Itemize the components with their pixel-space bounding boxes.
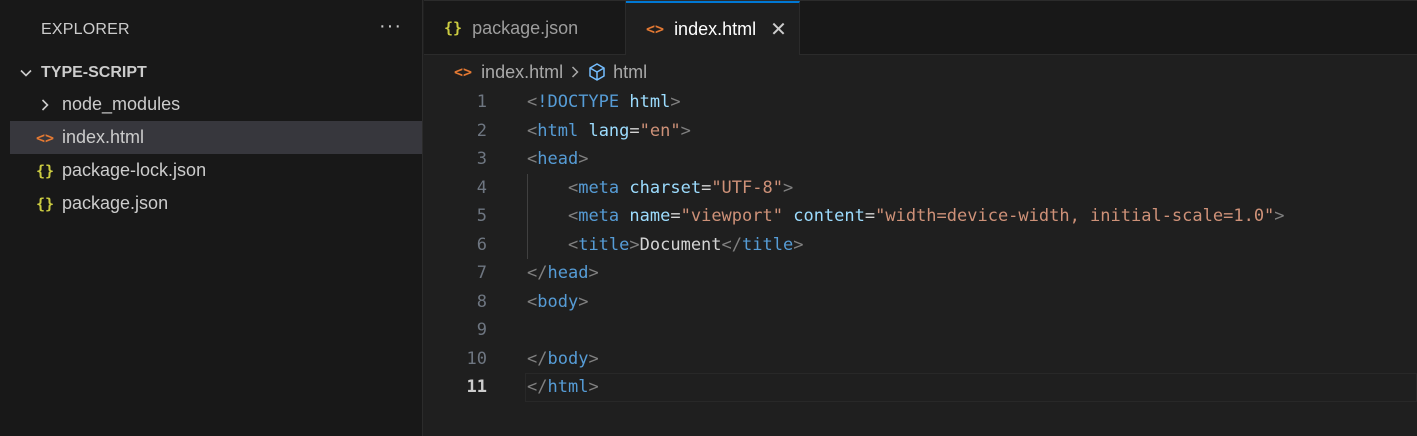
tree-item-package-json[interactable]: {} package.json	[0, 187, 422, 220]
tab-label: package.json	[472, 17, 579, 38]
code-line-current: 11 </html>	[424, 373, 1417, 402]
tab-bar: {} package.json <> index.html ✕	[424, 0, 1417, 55]
tree-item-label: index.html	[62, 127, 145, 147]
line-number: 11	[466, 377, 487, 398]
code-line: 8 <body>	[424, 288, 1417, 317]
symbol-cube-icon	[587, 62, 607, 82]
chevron-down-icon	[18, 65, 34, 81]
tree-item-label: package-lock.json	[62, 160, 207, 180]
chevron-right-icon	[36, 98, 54, 112]
code-line: 7 </head>	[424, 259, 1417, 288]
code-line: 9	[424, 316, 1417, 345]
html-file-icon: <>	[646, 20, 665, 38]
code-line: 3 <head>	[424, 145, 1417, 174]
code-line: 2 <html lang="en">	[424, 117, 1417, 146]
tab-label: index.html	[674, 18, 757, 39]
html-file-icon: <>	[454, 63, 473, 81]
tree-item-label: node_modules	[62, 94, 181, 114]
json-file-icon: {}	[35, 194, 55, 213]
breadcrumb: <> index.html html	[424, 55, 1417, 89]
folder-name: TYPE-SCRIPT	[41, 64, 147, 81]
tree-item-label: package.json	[62, 193, 169, 213]
tree-item-index-html[interactable]: <> index.html	[10, 121, 422, 154]
close-icon[interactable]: ✕	[770, 17, 787, 42]
folder-type-script[interactable]: TYPE-SCRIPT	[0, 58, 422, 88]
line-number: 7	[476, 263, 487, 284]
code-line: 10 </body>	[424, 345, 1417, 374]
line-number: 10	[466, 348, 487, 369]
line-number: 6	[476, 234, 487, 255]
html-file-icon: <>	[35, 128, 55, 147]
code-line: 6 <title>Document</title>	[424, 231, 1417, 260]
code-editor[interactable]: 1 <!DOCTYPE html> 2 <html lang="en"> 3 <…	[424, 88, 1417, 402]
code-line: 1 <!DOCTYPE html>	[424, 88, 1417, 117]
tree-item-node-modules[interactable]: node_modules	[0, 88, 422, 121]
json-file-icon: {}	[444, 19, 463, 37]
line-number: 9	[476, 320, 487, 341]
more-actions-button[interactable]: ···	[379, 16, 402, 44]
code-line: 4 <meta charset="UTF-8">	[424, 174, 1417, 203]
explorer-header: EXPLORER ···	[0, 0, 422, 60]
tree-item-package-lock-json[interactable]: {} package-lock.json	[0, 154, 422, 187]
chevron-right-icon	[569, 65, 581, 79]
explorer-title: EXPLORER	[41, 21, 130, 38]
line-number: 3	[476, 149, 487, 170]
line-number: 8	[476, 291, 487, 312]
editor-area: {} package.json <> index.html ✕ <> index…	[424, 0, 1417, 436]
breadcrumb-file[interactable]: index.html	[481, 62, 563, 83]
json-file-icon: {}	[35, 161, 55, 180]
breadcrumb-symbol[interactable]: html	[613, 62, 647, 83]
line-number: 2	[476, 120, 487, 141]
line-number: 5	[476, 206, 487, 227]
line-number: 1	[476, 92, 487, 113]
explorer-sidebar: EXPLORER ··· TYPE-SCRIPT node_modules <>…	[0, 0, 423, 436]
line-number: 4	[476, 177, 487, 198]
tab-index-html[interactable]: <> index.html ✕	[626, 1, 800, 55]
tab-package-json[interactable]: {} package.json	[424, 1, 626, 55]
code-line: 5 <meta name="viewport" content="width=d…	[424, 202, 1417, 231]
